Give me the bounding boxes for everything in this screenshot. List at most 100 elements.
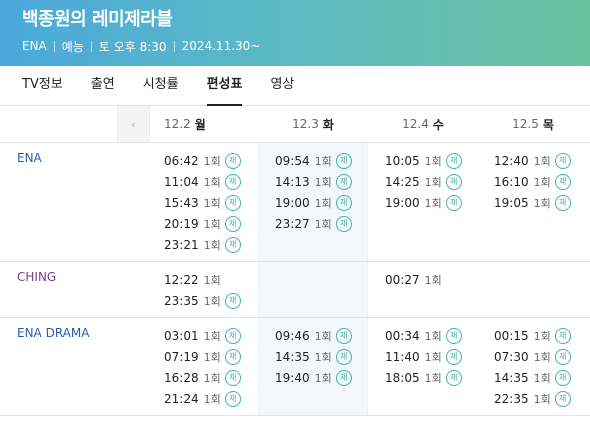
- episode-number: 1회: [203, 392, 221, 406]
- day-header-row: ‹ 12.2 월 12.3 화 12.4 수 12.5 목: [0, 106, 590, 143]
- schedule-item[interactable]: 19:40 1회 재: [275, 367, 367, 388]
- schedule-item[interactable]: 14:13 1회 재: [275, 171, 367, 192]
- rerun-badge-icon: 재: [335, 369, 352, 386]
- air-time: 14:35: [494, 370, 529, 385]
- episode-number: 1회: [424, 371, 442, 385]
- schedule-item[interactable]: 14:35 1회 재: [494, 367, 588, 388]
- tab-bar: TV정보 출연 시청률 편성표 영상: [0, 66, 590, 106]
- rerun-badge-icon: 재: [224, 369, 241, 386]
- chevron-left-icon: ‹: [131, 117, 136, 131]
- schedule-item[interactable]: 19:00 1회 재: [275, 192, 367, 213]
- day-column: 00:34 1회 재 11:40 1회 재 18:05 1회 재: [368, 318, 478, 415]
- schedule-item[interactable]: 23:21 1회 재: [164, 234, 258, 255]
- air-time: 19:05: [494, 195, 529, 210]
- schedule-item[interactable]: 09:54 1회 재: [275, 150, 367, 171]
- divider: [90, 40, 92, 52]
- schedule-item[interactable]: 21:24 1회 재: [164, 388, 258, 409]
- air-time: 18:05: [385, 370, 420, 385]
- air-time: 00:34: [385, 328, 420, 343]
- episode-number: 1회: [314, 329, 332, 343]
- schedule-item[interactable]: 23:35 1회 재: [164, 290, 258, 311]
- program-title: 백종원의 레미제라블: [22, 9, 173, 30]
- channel-row: ENA 06:42 1회 재 11:04 1회 재 15:43 1회 재 20:19 1회 재 23:21…: [0, 143, 590, 262]
- episode-number: 1회: [314, 196, 332, 210]
- episode-number: 1회: [203, 154, 221, 168]
- schedule-item[interactable]: 18:05 1회 재: [385, 367, 478, 388]
- episode-number: 1회: [314, 371, 332, 385]
- air-time: 11:04: [164, 174, 199, 189]
- schedule-item[interactable]: 12:40 1회 재: [494, 150, 588, 171]
- day-column: 00:15 1회 재 07:30 1회 재 14:35 1회 재 22:35 1회 재: [478, 318, 588, 415]
- episode-number: 1회: [203, 175, 221, 189]
- schedule-item[interactable]: 00:27 1회: [385, 269, 478, 290]
- schedule-item[interactable]: 00:34 1회 재: [385, 325, 478, 346]
- channel-name[interactable]: ENA DRAMA: [0, 318, 118, 415]
- air-time: 07:30: [494, 349, 529, 364]
- day-column: 10:05 1회 재 14:25 1회 재 19:00 1회 재: [368, 143, 478, 261]
- day-header: 12.2 월: [164, 117, 206, 132]
- rerun-badge-icon: 재: [445, 152, 462, 169]
- schedule-item[interactable]: 10:05 1회 재: [385, 150, 478, 171]
- episode-number: 1회: [203, 217, 221, 231]
- schedule-item[interactable]: 19:00 1회 재: [385, 192, 478, 213]
- episode-number: 1회: [203, 238, 221, 252]
- schedule-item[interactable]: 14:25 1회 재: [385, 171, 478, 192]
- day-column: 09:46 1회 재 14:35 1회 재 19:40 1회 재: [258, 318, 368, 415]
- tab-schedule[interactable]: 편성표: [206, 66, 242, 106]
- episode-number: 1회: [533, 350, 551, 364]
- episode-number: 1회: [203, 273, 221, 287]
- air-time: 12:40: [494, 153, 529, 168]
- schedule-item[interactable]: 14:35 1회 재: [275, 346, 367, 367]
- episode-number: 1회: [203, 294, 221, 308]
- schedule-item[interactable]: 11:04 1회 재: [164, 171, 258, 192]
- schedule-item[interactable]: 19:05 1회 재: [494, 192, 588, 213]
- episode-number: 1회: [424, 329, 442, 343]
- program-meta: ENA 예능 토 오후 8:30 2024.11.30~: [22, 37, 590, 55]
- air-time: 09:46: [275, 328, 310, 343]
- air-time: 23:21: [164, 237, 199, 252]
- tab-ratings[interactable]: 시청률: [143, 66, 179, 105]
- schedule-item[interactable]: 16:28 1회 재: [164, 367, 258, 388]
- schedule-item[interactable]: 23:27 1회 재: [275, 213, 367, 234]
- tab-video[interactable]: 영상: [270, 66, 294, 105]
- schedule-item[interactable]: 03:01 1회 재: [164, 325, 258, 346]
- rerun-badge-icon: 재: [224, 173, 241, 190]
- schedule-item[interactable]: 22:35 1회 재: [494, 388, 588, 409]
- schedule-item[interactable]: 15:43 1회 재: [164, 192, 258, 213]
- air-time: 19:40: [275, 370, 310, 385]
- prev-week-button[interactable]: ‹: [118, 106, 150, 142]
- schedule-item[interactable]: 11:40 1회 재: [385, 346, 478, 367]
- air-time: 03:01: [164, 328, 199, 343]
- air-time: 00:15: [494, 328, 529, 343]
- schedule-item[interactable]: 16:10 1회 재: [494, 171, 588, 192]
- tab-tv-info[interactable]: TV정보: [22, 66, 63, 105]
- divider: [173, 40, 175, 52]
- air-time: 23:35: [164, 293, 199, 308]
- air-time: 19:00: [385, 195, 420, 210]
- rerun-badge-icon: 재: [335, 215, 352, 232]
- rerun-badge-icon: 재: [554, 194, 571, 211]
- episode-number: 1회: [533, 175, 551, 189]
- schedule-item[interactable]: 00:15 1회 재: [494, 325, 588, 346]
- channel-name[interactable]: ENA: [0, 143, 118, 261]
- schedule-item[interactable]: 20:19 1회 재: [164, 213, 258, 234]
- schedule-item[interactable]: 07:19 1회 재: [164, 346, 258, 367]
- channel-row: ENA DRAMA 03:01 1회 재 07:19 1회 재 16:28 1회 재 21:24 1회…: [0, 318, 590, 416]
- day-column: 12:40 1회 재 16:10 1회 재 19:05 1회 재: [478, 143, 588, 261]
- day-column: 12:22 1회 23:35 1회 재: [118, 262, 258, 317]
- channel-header-cell: [0, 106, 118, 142]
- rerun-badge-icon: 재: [224, 292, 241, 309]
- tab-cast[interactable]: 출연: [91, 66, 115, 105]
- rerun-badge-icon: 재: [445, 369, 462, 386]
- schedule-item[interactable]: 07:30 1회 재: [494, 346, 588, 367]
- divider: [53, 40, 55, 52]
- air-time: 21:24: [164, 391, 199, 406]
- channel-name[interactable]: CHING: [0, 262, 118, 317]
- schedule-item[interactable]: 09:46 1회 재: [275, 325, 367, 346]
- episode-number: 1회: [424, 154, 442, 168]
- episode-number: 1회: [533, 392, 551, 406]
- genre-label: 예능: [61, 39, 84, 54]
- schedule-item[interactable]: 12:22 1회: [164, 269, 258, 290]
- air-time: 19:00: [275, 195, 310, 210]
- schedule-item[interactable]: 06:42 1회 재: [164, 150, 258, 171]
